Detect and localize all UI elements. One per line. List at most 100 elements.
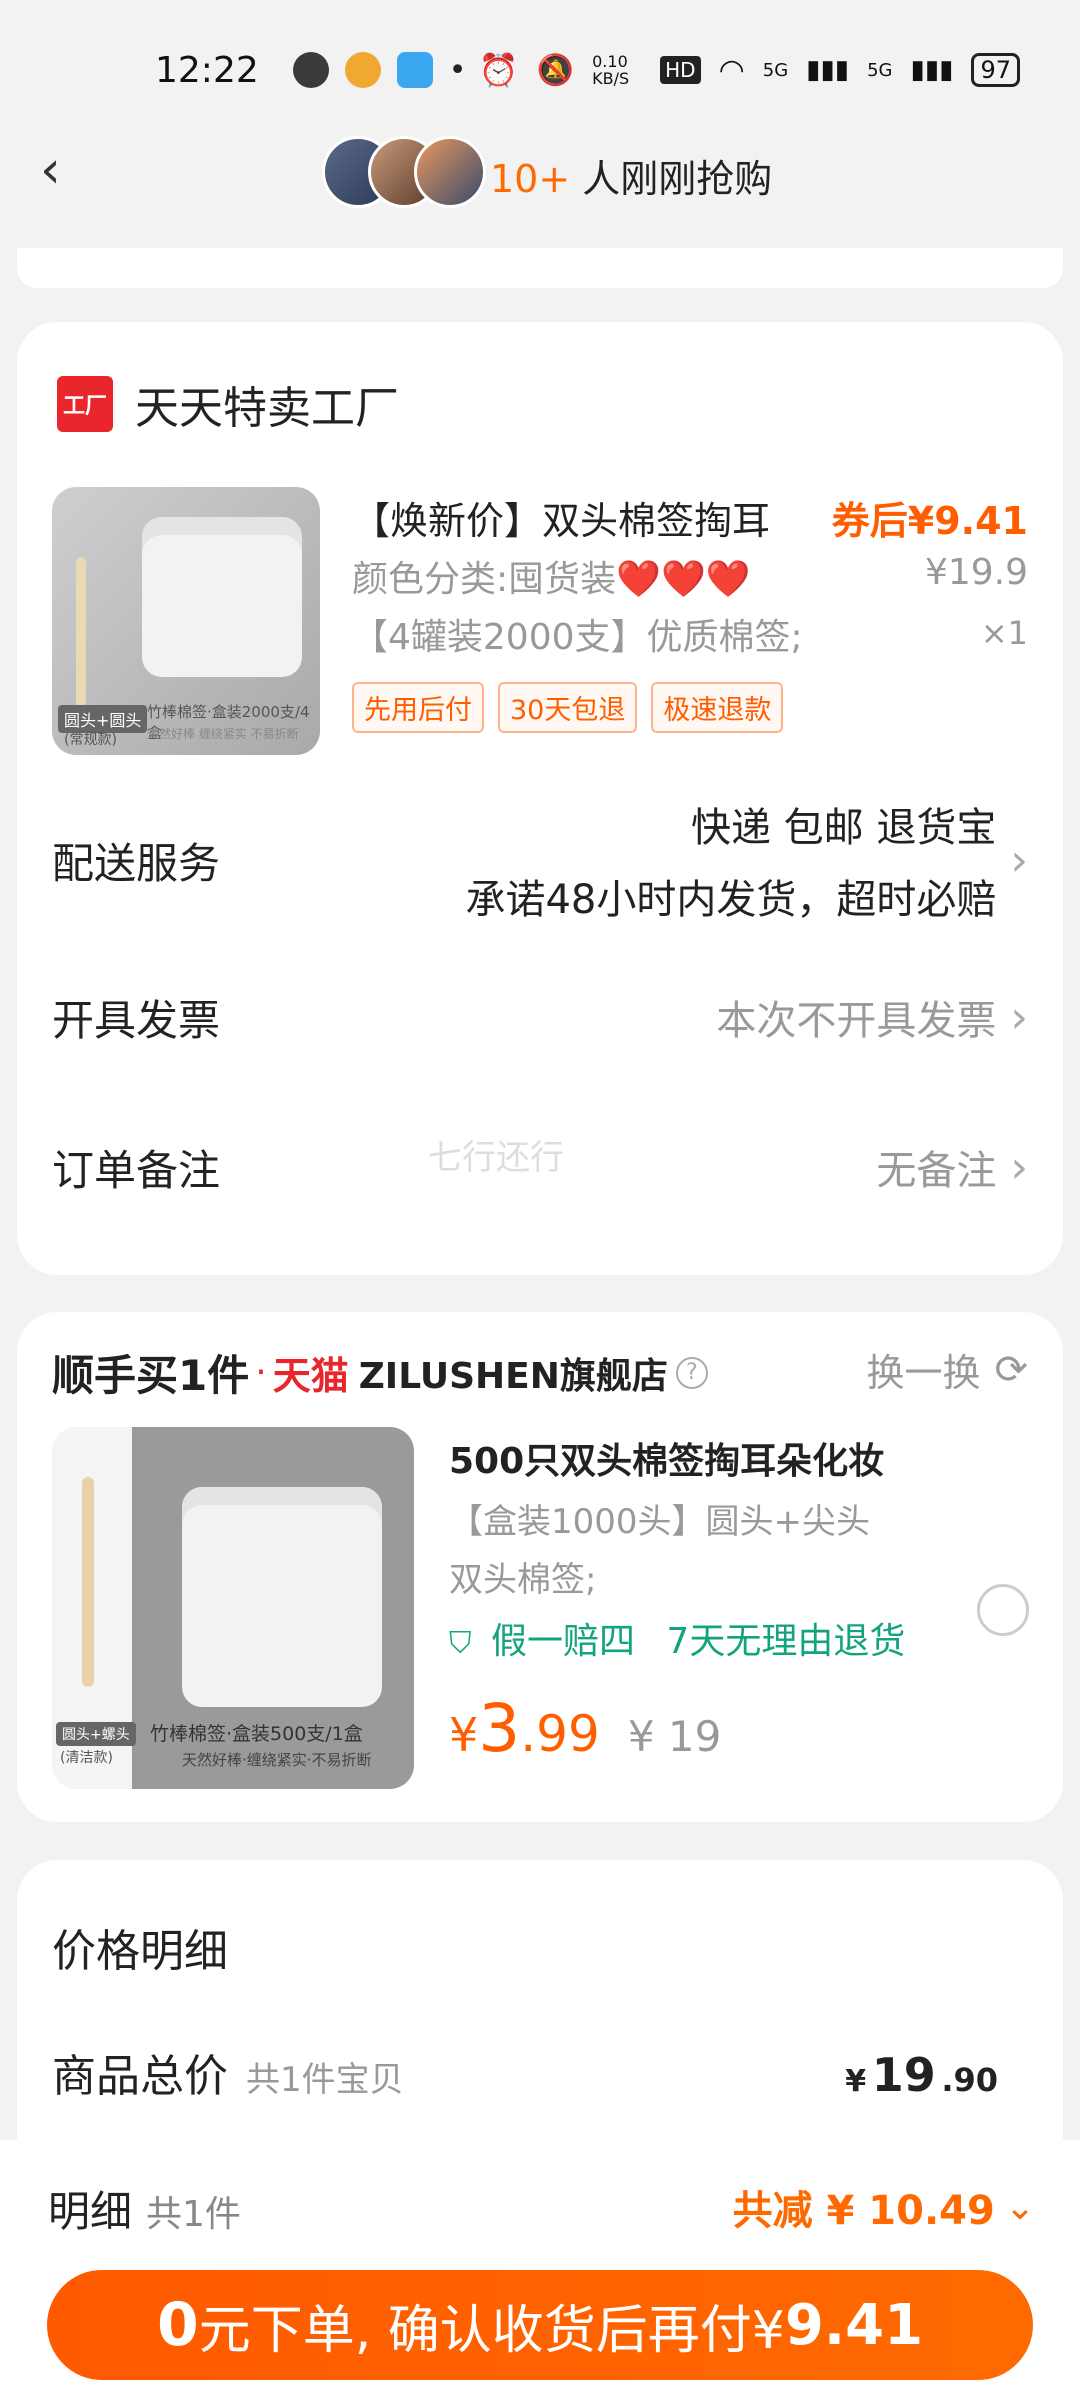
- total-int: 19: [871, 2048, 936, 2102]
- product-image[interactable]: 圆头+圆头 (常规款) 竹棒棉签·盒装2000支/4盒 天然好棒 缠绕紧实 不易…: [52, 487, 320, 755]
- original-price: ¥19.9: [924, 552, 1028, 593]
- address-card-bottom: [17, 248, 1063, 288]
- addon-price-currency: ¥: [449, 1708, 479, 1762]
- invoice-value: 本次不开具发票: [716, 998, 997, 1044]
- addon-product-desc1: 【盒装1000头】圆头+尖头: [449, 1502, 871, 1542]
- signal-bars-icon-1: ▮▮▮: [806, 55, 850, 85]
- badge-30day-return: 30天包退: [498, 682, 638, 733]
- wifi-icon: ◠: [718, 52, 745, 88]
- shop-logo-icon: 工厂: [57, 376, 113, 432]
- addon-original-price: ¥ 19: [627, 1712, 722, 1761]
- addon-header: 顺手买1件 · 天猫 ZILUSHEN旗舰店 ?: [52, 1342, 708, 1403]
- store-name: ZILUSHEN旗舰店: [358, 1355, 668, 1397]
- total-price: ¥ 19 .90: [845, 2048, 998, 2102]
- addon-dot: ·: [255, 1352, 267, 1393]
- hd-icon: HD: [660, 56, 701, 84]
- avatar: [414, 136, 486, 208]
- quantity: ×1: [980, 614, 1028, 652]
- signal-icon-1: 5G: [762, 59, 789, 81]
- guarantee-return: 7天无理由退货: [666, 1621, 906, 1662]
- signal-icon-2: 5G: [867, 59, 893, 81]
- addon-product-desc2: 双头棉签;: [449, 1560, 597, 1600]
- image-tag-sub: (常规款): [64, 732, 117, 748]
- discount-text: 共减 ¥ 10.49: [732, 2188, 995, 2234]
- network-speed: 0.10 KB/S: [592, 52, 630, 88]
- delivery-line1: 快递 包邮 退货宝: [690, 805, 997, 851]
- delivery-line2: 承诺48小时内发货，超时必赔: [465, 877, 997, 923]
- tmall-label: 天猫: [272, 1354, 349, 1398]
- addon-card: 顺手买1件 · 天猫 ZILUSHEN旗舰店 ? 换一换 ⟳ 圆头+螺头 (清洁…: [17, 1312, 1063, 1822]
- chevron-right-icon: ›: [1010, 991, 1028, 1043]
- addon-price-int: 3: [478, 1690, 521, 1767]
- invoice-row[interactable]: 开具发票 本次不开具发票 ›: [52, 982, 1028, 1052]
- delivery-label: 配送服务: [52, 838, 221, 888]
- product-spec: 颜色分类:囤货装❤️❤️❤️: [352, 559, 751, 600]
- detail-toggle[interactable]: 明细 共1件: [48, 2178, 241, 2239]
- addon-brand: 顺手买1件: [52, 1351, 250, 1400]
- recent-buyers: 10+ 人刚刚抢购: [490, 148, 772, 203]
- submit-order-button[interactable]: 0 元下单, 确认收货后再付¥ 9.41: [47, 2270, 1033, 2380]
- jar-illustration: [182, 1487, 382, 1707]
- back-icon[interactable]: ‹: [40, 144, 80, 196]
- price-detail-card: 价格明细 商品总价 共1件宝贝 ¥ 19 .90: [17, 1860, 1063, 2180]
- refresh-icon: ⟳: [994, 1346, 1028, 1393]
- app-notification-icon: [396, 52, 433, 88]
- header: ‹ 10+ 人刚刚抢购: [0, 110, 1080, 230]
- shop-header[interactable]: 工厂 天天特卖工厂: [57, 372, 399, 436]
- invoice-label: 开具发票: [52, 995, 221, 1045]
- cta-zero: 0: [156, 2290, 199, 2360]
- addon-image-tag: 圆头+螺头: [56, 1722, 136, 1746]
- note-label: 订单备注: [52, 1145, 221, 1195]
- chevron-right-icon: ›: [1010, 834, 1028, 886]
- addon-product-title[interactable]: 500只双头棉签掏耳朵化妆: [449, 1432, 884, 1484]
- service-badges: 先用后付 30天包退 极速退款: [352, 682, 784, 733]
- total-label: 商品总价: [52, 2051, 228, 2102]
- delivery-info: 快递 包邮 退货宝 承诺48小时内发货，超时必赔: [465, 795, 996, 925]
- total-currency: ¥: [845, 2064, 867, 2099]
- jar-illustration: [142, 517, 302, 677]
- shop-name: 天天特卖工厂: [135, 383, 399, 434]
- addon-guarantee: ⛉ 假一赔四 7天无理由退货: [449, 1612, 905, 1664]
- addon-product-image[interactable]: 圆头+螺头 (清洁款) 竹棒棉签·盒装500支/1盒 天然好棒·缠绕紧实·不易折…: [52, 1427, 414, 1789]
- refresh-label: 换一换: [866, 1351, 981, 1395]
- image-caption-sub: 天然好棒 缠绕紧实 不易折断: [147, 727, 299, 741]
- chevron-double-down-icon: ⌄: [1004, 2186, 1035, 2228]
- note-value: 无备注: [876, 1148, 997, 1194]
- badge-fast-refund: 极速退款: [651, 682, 784, 733]
- recent-buyers-count: 10+: [490, 157, 571, 201]
- addon-image-caption-sub: 天然好棒·缠绕紧实·不易折断: [182, 1751, 372, 1769]
- guarantee-fake: 假一赔四: [490, 1621, 635, 1662]
- chevron-right-icon: ›: [1010, 1141, 1028, 1193]
- swab-illustration: [76, 557, 86, 707]
- signal-bars-icon-2: ▮▮▮: [910, 55, 954, 85]
- addon-image-caption: 竹棒棉签·盒装500支/1盒: [150, 1723, 363, 1745]
- detail-count: 共1件: [146, 2194, 241, 2235]
- more-notifications-dot: •: [448, 52, 467, 88]
- buyer-avatars: [322, 136, 486, 208]
- addon-price: ¥ 3 .99 ¥ 19: [449, 1690, 721, 1767]
- addon-select-radio[interactable]: [977, 1584, 1029, 1636]
- total-count: 共1件宝贝: [246, 2060, 404, 2100]
- cta-text: 元下单, 确认收货后再付¥: [198, 2300, 785, 2361]
- delivery-row[interactable]: 配送服务 快递 包邮 退货宝 承诺48小时内发货，超时必赔 ›: [52, 790, 1028, 930]
- status-time: 12:22: [155, 49, 259, 91]
- battery-indicator: 97: [971, 53, 1020, 87]
- recent-buyers-text: 人刚刚抢购: [582, 157, 773, 201]
- product-desc: 【4罐装2000支】优质棉签;: [352, 617, 803, 658]
- product-title[interactable]: 【焕新价】双头棉签掏耳: [352, 490, 770, 545]
- mute-icon: 🔕: [536, 52, 575, 88]
- badge-pay-later: 先用后付: [352, 682, 484, 733]
- weibo-icon: [344, 52, 381, 88]
- refresh-button[interactable]: 换一换 ⟳: [866, 1342, 1028, 1397]
- addon-price-dec: .99: [520, 1705, 600, 1763]
- wechat-icon: [292, 52, 329, 88]
- discount-toggle[interactable]: 共减 ¥ 10.49 ⌄: [733, 2178, 1035, 2236]
- alarm-icon: ⏰: [478, 51, 519, 89]
- swab-illustration: [82, 1477, 94, 1687]
- detail-label: 明细: [48, 2187, 133, 2236]
- shield-check-icon: ⛉: [449, 1626, 472, 1661]
- total-dec: .90: [941, 2061, 998, 2099]
- price-detail-title: 价格明细: [52, 1926, 228, 1977]
- help-icon[interactable]: ?: [675, 1356, 708, 1389]
- addon-image-tag-sub: (清洁款): [60, 1750, 113, 1766]
